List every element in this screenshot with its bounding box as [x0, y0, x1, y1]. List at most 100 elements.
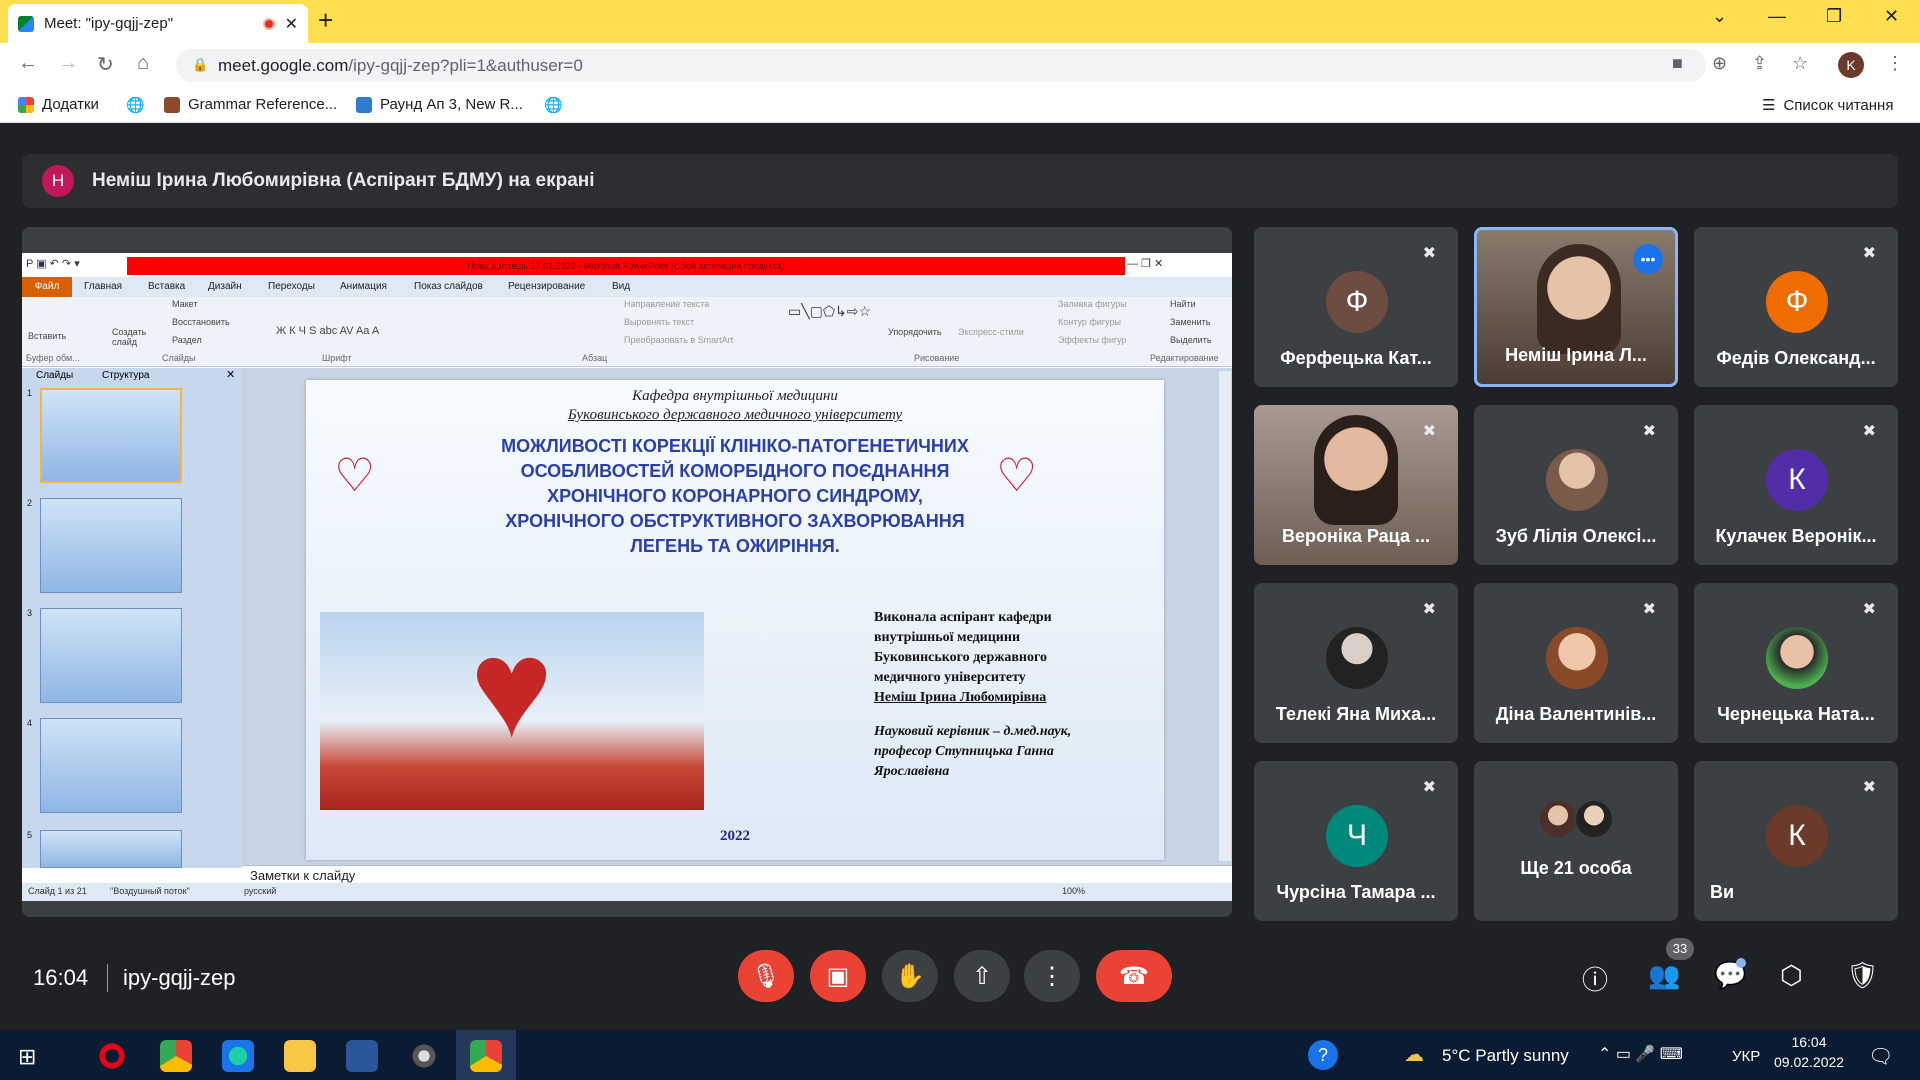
word-icon[interactable] [346, 1040, 378, 1072]
file-explorer-icon[interactable] [284, 1040, 316, 1072]
info-icon[interactable]: ⓘ [1582, 960, 1608, 997]
host-controls-icon[interactable]: 🛡 [1846, 960, 1879, 991]
quick-styles-button[interactable]: Экспресс-стили [958, 327, 1024, 337]
minimize-icon[interactable]: — [1768, 6, 1786, 27]
ribbon-tab-animation[interactable]: Анимация [340, 281, 387, 292]
participant-name: Діна Валентинів... [1495, 704, 1657, 724]
slide-thumbnail[interactable] [40, 718, 182, 813]
more-options-button[interactable]: ⋮ [1024, 950, 1080, 1002]
participant-tile[interactable]: ✖ Ч Чурсіна Тамара ... [1254, 761, 1458, 921]
camera-icon[interactable]: ■ [1672, 53, 1683, 74]
arrange-button[interactable]: Упорядочить [888, 327, 942, 337]
shapes-gallery[interactable]: ▭╲▢⬠↳⇨☆ [788, 303, 871, 320]
replace-button[interactable]: Заменить [1170, 317, 1210, 327]
select-button[interactable]: Выделить [1170, 335, 1212, 345]
participant-tile[interactable]: ✖ Зуб Лілія Олексі... [1474, 405, 1678, 565]
shape-effects-button[interactable]: Эффекты фигур [1058, 335, 1127, 345]
shape-outline-button[interactable]: Контур фигуры [1058, 317, 1121, 327]
ribbon-tab-file[interactable]: Файл [22, 277, 72, 297]
mic-toggle-button[interactable]: 🎙 [738, 950, 794, 1002]
address-bar[interactable]: 🔒 meet.google.com /ipy-gqjj-zep?pli=1&au… [176, 49, 1706, 82]
slide-thumbnail[interactable] [40, 608, 182, 703]
align-text-button[interactable]: Выровнять текст [624, 317, 694, 327]
find-button[interactable]: Найти [1170, 299, 1196, 309]
input-language[interactable]: УКР [1732, 1048, 1760, 1065]
taskbar-clock[interactable]: 16:04 09.02.2022 [1774, 1034, 1844, 1070]
participant-tile[interactable]: ✖ К Кулачек Веронік... [1694, 405, 1898, 565]
new-slide-button[interactable]: Создать слайд [112, 327, 152, 347]
close-tab-icon[interactable]: ✕ [285, 14, 298, 34]
notifications-icon[interactable]: 🗨 [1868, 1044, 1893, 1069]
smartart-button[interactable]: Преобразовать в SmartArt [624, 335, 733, 345]
participant-tile[interactable]: ✖ Ф Федів Олександ... [1694, 227, 1898, 387]
bookmark-roundup[interactable]: Раунд Ап 3, New R... [356, 96, 523, 113]
reset-button[interactable]: Восстановить [172, 317, 230, 327]
activities-icon[interactable]: ⬡ [1780, 960, 1803, 991]
text-direction-button[interactable]: Направление текста [624, 299, 709, 309]
notes-field[interactable]: Заметки к слайду [242, 865, 1232, 885]
slide-thumbnail[interactable] [40, 830, 182, 868]
camera-toggle-button[interactable]: ▣ [810, 950, 866, 1002]
bookmark-apps[interactable]: Додатки [18, 96, 99, 113]
ribbon-tab-design[interactable]: Дизайн [208, 281, 242, 292]
participant-tile[interactable]: ✖ Чернецька Ната... [1694, 583, 1898, 743]
slide-thumbnail[interactable] [40, 388, 182, 483]
system-tray-icons[interactable]: ⌃ ▭ 🎤 ⌨ [1598, 1044, 1683, 1064]
section-button[interactable]: Раздел [172, 335, 202, 345]
participant-tile[interactable]: ✖ Ф Ферфецька Кат... [1254, 227, 1458, 387]
panel-tab-outline[interactable]: Структура [102, 370, 149, 381]
ribbon-tab-view[interactable]: Вид [612, 281, 630, 292]
ribbon-tab-review[interactable]: Рецензирование [508, 281, 585, 292]
people-icon[interactable]: 👥 [1648, 960, 1680, 991]
browser-tab[interactable]: Meet: "ipy-gqjj-zep" ✕ [8, 4, 308, 43]
paste-button[interactable]: Вставить [28, 331, 66, 341]
more-participants-tile[interactable]: Ще 21 особа [1474, 761, 1678, 921]
reload-icon[interactable]: ↻ [97, 52, 114, 77]
back-icon[interactable]: ← [18, 52, 38, 75]
menu-dots-icon[interactable]: ⋮ [1886, 53, 1904, 74]
participant-tile-active[interactable]: ••• Неміш Ірина Л... [1474, 227, 1678, 387]
reading-list[interactable]: ☰ Список читання [1762, 96, 1893, 115]
slide-scrollbar[interactable] [1219, 371, 1231, 861]
zoom-icon[interactable]: ⊕ [1712, 53, 1727, 74]
ribbon-tab-transitions[interactable]: Переходы [268, 281, 315, 292]
weather-text[interactable]: 5°C Partly sunny [1442, 1046, 1569, 1066]
font-format-buttons[interactable]: Ж К Ч S abc AV Aa A [276, 325, 379, 337]
present-button[interactable]: ⇧ [954, 950, 1010, 1002]
close-panel-icon[interactable]: ✕ [226, 368, 235, 381]
media-player-icon[interactable] [408, 1040, 440, 1072]
panel-tab-slides[interactable]: Слайды [36, 370, 73, 381]
leave-call-button[interactable]: ☎ [1096, 950, 1172, 1002]
participant-tile[interactable]: ✖ Вероніка Раца ... [1254, 405, 1458, 565]
ribbon-tab-insert[interactable]: Вставка [148, 281, 185, 292]
layout-button[interactable]: Макет [172, 299, 197, 309]
self-tile[interactable]: ✖ К Ви [1694, 761, 1898, 921]
home-icon[interactable]: ⌂ [137, 52, 149, 75]
shape-fill-button[interactable]: Заливка фигуры [1058, 299, 1127, 309]
ribbon-tab-home[interactable]: Главная [84, 281, 122, 292]
globe-icon[interactable]: 🌐 [544, 96, 563, 114]
more-options-icon[interactable]: ••• [1633, 244, 1663, 274]
ribbon-tab-slideshow[interactable]: Показ слайдов [414, 281, 483, 292]
share-icon[interactable]: ⇪ [1752, 53, 1767, 74]
profile-avatar[interactable]: K [1838, 52, 1864, 78]
chrome-icon[interactable] [160, 1040, 192, 1072]
close-window-icon[interactable]: ✕ [1884, 6, 1899, 27]
maximize-icon[interactable]: ❐ [1826, 6, 1842, 27]
help-icon[interactable]: ? [1308, 1040, 1338, 1070]
bookmark-star-icon[interactable]: ☆ [1792, 53, 1808, 74]
new-tab-button[interactable]: + [318, 5, 333, 36]
participant-tile[interactable]: ✖ Діна Валентинів... [1474, 583, 1678, 743]
globe-icon[interactable]: 🌐 [126, 96, 145, 114]
bookmark-grammar[interactable]: Grammar Reference... [164, 96, 337, 113]
forward-icon[interactable]: → [58, 52, 78, 75]
slide-thumbnail[interactable] [40, 498, 182, 593]
status-zoom[interactable]: 100% [1062, 886, 1085, 896]
edge-icon[interactable] [222, 1040, 254, 1072]
participant-tile[interactable]: ✖ Телекі Яна Миха... [1254, 583, 1458, 743]
start-windows-icon[interactable]: ⊞ [18, 1044, 36, 1070]
raise-hand-button[interactable]: ✋ [882, 950, 938, 1002]
opera-icon[interactable] [96, 1040, 128, 1072]
chrome-icon[interactable] [470, 1040, 502, 1072]
tab-search-icon[interactable]: ⌄ [1712, 6, 1727, 27]
